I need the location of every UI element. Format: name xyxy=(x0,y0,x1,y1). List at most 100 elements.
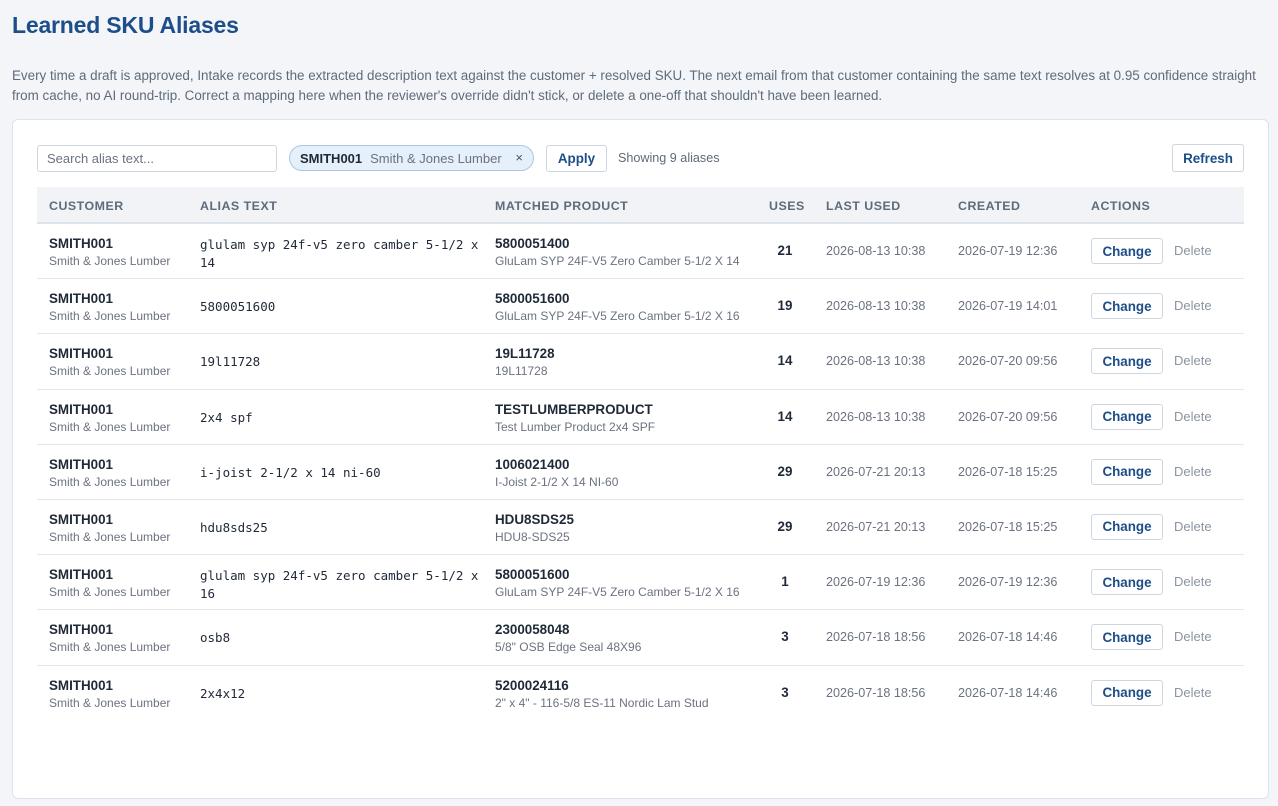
change-button[interactable]: Change xyxy=(1091,569,1163,596)
product-sku: 5200024116 xyxy=(495,677,569,693)
delete-button[interactable]: Delete xyxy=(1174,629,1212,644)
delete-button[interactable]: Delete xyxy=(1174,298,1212,313)
uses-count: 14 xyxy=(777,408,793,424)
product-sku: 5800051600 xyxy=(495,567,570,583)
product-description: HDU8-SDS25 xyxy=(495,529,570,544)
customer-cell: SMITH001 Smith & Jones Lumber xyxy=(49,457,170,492)
aliases-table: CUSTOMER ALIAS TEXT MATCHED PRODUCT USES… xyxy=(37,187,1244,721)
product-sku: 2300058048 xyxy=(495,622,570,638)
apply-button[interactable]: Apply xyxy=(546,145,607,172)
table-row: SMITH001 Smith & Jones Lumber osb8 23000580… xyxy=(37,610,1244,666)
change-button[interactable]: Change xyxy=(1091,293,1163,320)
created-date: 2026-07-19 12:36 xyxy=(958,575,1058,590)
header-last-used: LAST USED xyxy=(826,199,901,213)
delete-button[interactable]: Delete xyxy=(1174,243,1212,258)
customer-cell: SMITH001 Smith & Jones Lumber xyxy=(49,567,170,602)
customer-code: SMITH001 xyxy=(49,236,113,251)
product-description: Test Lumber Product 2x4 SPF xyxy=(495,419,656,434)
product-description: 19L11728 xyxy=(495,364,548,379)
customer-name: Smith & Jones Lumber xyxy=(49,309,171,324)
created-date: 2026-07-18 15:25 xyxy=(958,519,1058,534)
change-button[interactable]: Change xyxy=(1091,348,1163,375)
alias-text: glulam syp 24f-v5 zero camber 5-1/2 x 14 xyxy=(200,237,479,270)
matched-product-cell: TESTLUMBERPRODUCT Test Lumber Product 2x4… xyxy=(495,402,655,437)
customer-filter-chip: SMITH001 Smith & Jones Lumber × xyxy=(289,145,534,171)
change-button[interactable]: Change xyxy=(1091,513,1163,540)
uses-count: 3 xyxy=(781,629,789,645)
refresh-button[interactable]: Refresh xyxy=(1172,144,1244,172)
created-date: 2026-07-19 12:36 xyxy=(958,244,1058,258)
delete-button[interactable]: Delete xyxy=(1174,574,1212,589)
customer-code: SMITH001 xyxy=(49,677,113,693)
table-row: SMITH001 Smith & Jones Lumber i-joist 2-1/… xyxy=(37,445,1244,500)
table-row: SMITH001 Smith & Jones Lumber 2x4x12 520002… xyxy=(37,666,1244,721)
change-button[interactable]: Change xyxy=(1091,403,1163,430)
delete-button[interactable]: Delete xyxy=(1174,464,1212,479)
product-sku: 19L11728 xyxy=(495,346,555,362)
chip-customer-name: Smith & Jones Lumber xyxy=(370,150,502,166)
page-description: Every time a draft is approved, Intake r… xyxy=(12,68,1256,103)
change-button[interactable]: Change xyxy=(1091,679,1163,706)
product-description: GluLam SYP 24F-V5 Zero Camber 5-1/2 X 16 xyxy=(495,309,740,324)
customer-name: Smith & Jones Lumber xyxy=(49,640,171,655)
uses-count: 19 xyxy=(777,298,793,314)
created-date: 2026-07-18 14:46 xyxy=(958,685,1058,700)
customer-cell: SMITH001 Smith & Jones Lumber xyxy=(49,346,170,381)
delete-button[interactable]: Delete xyxy=(1174,685,1212,700)
created-date: 2026-07-18 14:46 xyxy=(958,630,1058,645)
delete-button[interactable]: Delete xyxy=(1174,409,1212,424)
alias-text: 5800051600 xyxy=(200,299,276,315)
toolbar: SMITH001 Smith & Jones Lumber × Apply Sh… xyxy=(37,144,1244,172)
customer-name: Smith & Jones Lumber xyxy=(49,254,171,268)
uses-count: 3 xyxy=(781,684,789,700)
customer-name: Smith & Jones Lumber xyxy=(49,529,171,544)
alias-text: osb8 xyxy=(200,630,231,646)
customer-code: SMITH001 xyxy=(49,291,113,307)
table-row: SMITH001 Smith & Jones Lumber glulam syp 2… xyxy=(37,555,1244,611)
product-description: 2" x 4" - 116-5/8 ES-11 Nordic Lam Stud xyxy=(495,695,709,710)
customer-cell: SMITH001 Smith & Jones Lumber xyxy=(49,402,170,437)
customer-cell: SMITH001 Smith & Jones Lumber xyxy=(49,236,170,271)
customer-code: SMITH001 xyxy=(49,401,113,417)
search-alias-input[interactable] xyxy=(37,145,277,172)
product-sku: TESTLUMBERPRODUCT xyxy=(495,401,653,417)
product-description: 5/8" OSB Edge Seal 48X96 xyxy=(495,640,642,655)
header-customer: CUSTOMER xyxy=(49,199,124,213)
customer-name: Smith & Jones Lumber xyxy=(49,419,171,434)
last-used: 2026-07-21 20:13 xyxy=(826,519,926,534)
matched-product-cell: 5800051600 GluLam SYP 24F-V5 Zero Camber … xyxy=(495,567,740,602)
created-date: 2026-07-18 15:25 xyxy=(958,464,1058,479)
page-title: Learned SKU Aliases xyxy=(12,12,239,38)
delete-button[interactable]: Delete xyxy=(1174,519,1212,534)
created-date: 2026-07-20 09:56 xyxy=(958,409,1058,424)
customer-code: SMITH001 xyxy=(49,567,113,583)
product-description: GluLam SYP 24F-V5 Zero Camber 5-1/2 X 16 xyxy=(495,585,740,600)
customer-name: Smith & Jones Lumber xyxy=(49,585,171,600)
product-sku: HDU8SDS25 xyxy=(495,511,574,527)
customer-cell: SMITH001 Smith & Jones Lumber xyxy=(49,622,170,657)
uses-count: 1 xyxy=(781,574,789,590)
table-row: SMITH001 Smith & Jones Lumber 2x4 spf TESTL… xyxy=(37,390,1244,445)
table-row: SMITH001 Smith & Jones Lumber 5800051600 58… xyxy=(37,279,1244,335)
close-icon[interactable]: × xyxy=(515,150,523,165)
product-description: GluLam SYP 24F-V5 Zero Camber 5-1/2 X 14 xyxy=(495,254,740,268)
created-date: 2026-07-20 09:56 xyxy=(958,354,1058,369)
change-button[interactable]: Change xyxy=(1091,624,1163,651)
matched-product-cell: 2300058048 5/8" OSB Edge Seal 48X96 xyxy=(495,622,641,657)
change-button[interactable]: Change xyxy=(1091,458,1163,485)
customer-code: SMITH001 xyxy=(49,511,113,527)
product-sku: 5800051400 xyxy=(495,236,570,251)
header-created: CREATED xyxy=(958,199,1021,213)
chip-customer-code: SMITH001 xyxy=(300,150,363,166)
header-actions: ACTIONS xyxy=(1091,199,1151,213)
delete-button[interactable]: Delete xyxy=(1174,353,1212,368)
table-row: SMITH001 Smith & Jones Lumber hdu8sds25 HDU… xyxy=(37,500,1244,556)
last-used: 2026-08-13 10:38 xyxy=(826,244,926,258)
alias-text: hdu8sds25 xyxy=(200,519,268,535)
table-row: SMITH001 Smith & Jones Lumber glulam syp 2… xyxy=(37,224,1244,280)
last-used: 2026-08-13 10:38 xyxy=(826,354,926,369)
last-used: 2026-07-18 18:56 xyxy=(826,685,926,700)
change-button[interactable]: Change xyxy=(1091,238,1163,264)
customer-name: Smith & Jones Lumber xyxy=(49,364,171,379)
last-used: 2026-07-21 20:13 xyxy=(826,464,926,479)
